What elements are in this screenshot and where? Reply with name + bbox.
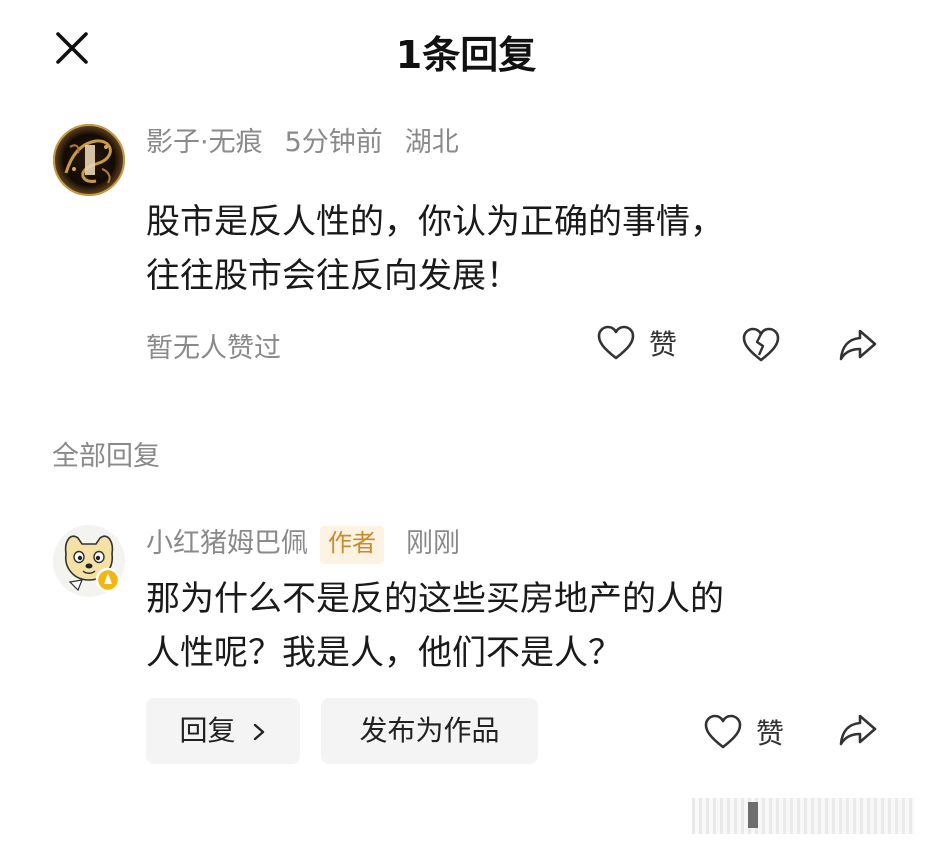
all-replies-label: 全部回复 <box>52 441 160 472</box>
dragon-avatar-icon <box>53 124 125 196</box>
dog-cartoon-avatar-icon <box>53 525 125 597</box>
comment-text-line: 往往股市会往反向发展！ <box>146 256 520 296</box>
page-title: 1条回复 <box>395 33 537 77</box>
share-icon <box>839 714 877 746</box>
heart-outline-icon <box>597 325 635 360</box>
reply-button-label: 回复 <box>179 714 236 747</box>
scroll-indicator[interactable] <box>692 798 914 834</box>
timestamp: 刚刚 <box>406 528 460 559</box>
timestamp: 5分钟前 <box>284 127 383 158</box>
reply-text: 那为什么不是反的这些买房地产的人的 人性呢？我是人，他们不是人？ <box>146 572 724 680</box>
reply-like-button[interactable]: 赞 <box>704 712 784 752</box>
like-label: 赞 <box>649 328 678 361</box>
avatar[interactable] <box>52 524 126 598</box>
share-icon <box>839 329 877 361</box>
heart-outline-icon <box>704 714 742 749</box>
avatar[interactable] <box>52 123 126 197</box>
publish-button-label: 发布为作品 <box>359 714 500 747</box>
username[interactable]: 小红猪姆巴佩 <box>146 528 308 559</box>
share-button[interactable] <box>838 327 878 363</box>
comment-text-line: 股市是反人性的，你认为正确的事情， <box>146 202 724 242</box>
publish-as-work-button[interactable]: 发布为作品 <box>321 698 538 764</box>
username[interactable]: 影子·无痕 <box>146 127 263 158</box>
like-button[interactable]: 赞 <box>597 323 677 363</box>
broken-heart-icon <box>742 327 780 362</box>
reply-share-button[interactable] <box>838 712 878 748</box>
location: 湖北 <box>404 127 459 158</box>
reply-meta: 小红猪姆巴佩 作者 刚刚 <box>146 524 482 564</box>
comment-meta: 影子·无痕 5分钟前 湖北 <box>146 123 481 163</box>
no-likes-text: 暂无人赞过 <box>146 333 281 364</box>
comment-text: 股市是反人性的，你认为正确的事情， 往往股市会往反向发展！ <box>146 195 724 303</box>
reply-text-line: 人性呢？我是人，他们不是人？ <box>146 633 622 673</box>
reply-detail-page: 1条回复 影子·无痕 5分钟前 湖北 股市是反人性的，你认为正确的事情， 往往股… <box>0 0 932 847</box>
chevron-right-icon <box>254 723 265 741</box>
author-badge: 作者 <box>320 525 384 564</box>
reply-button[interactable]: 回复 <box>146 698 300 764</box>
like-label: 赞 <box>756 717 785 750</box>
dislike-button[interactable] <box>742 327 780 363</box>
reply-text-line: 那为什么不是反的这些买房地产的人的 <box>146 579 724 619</box>
